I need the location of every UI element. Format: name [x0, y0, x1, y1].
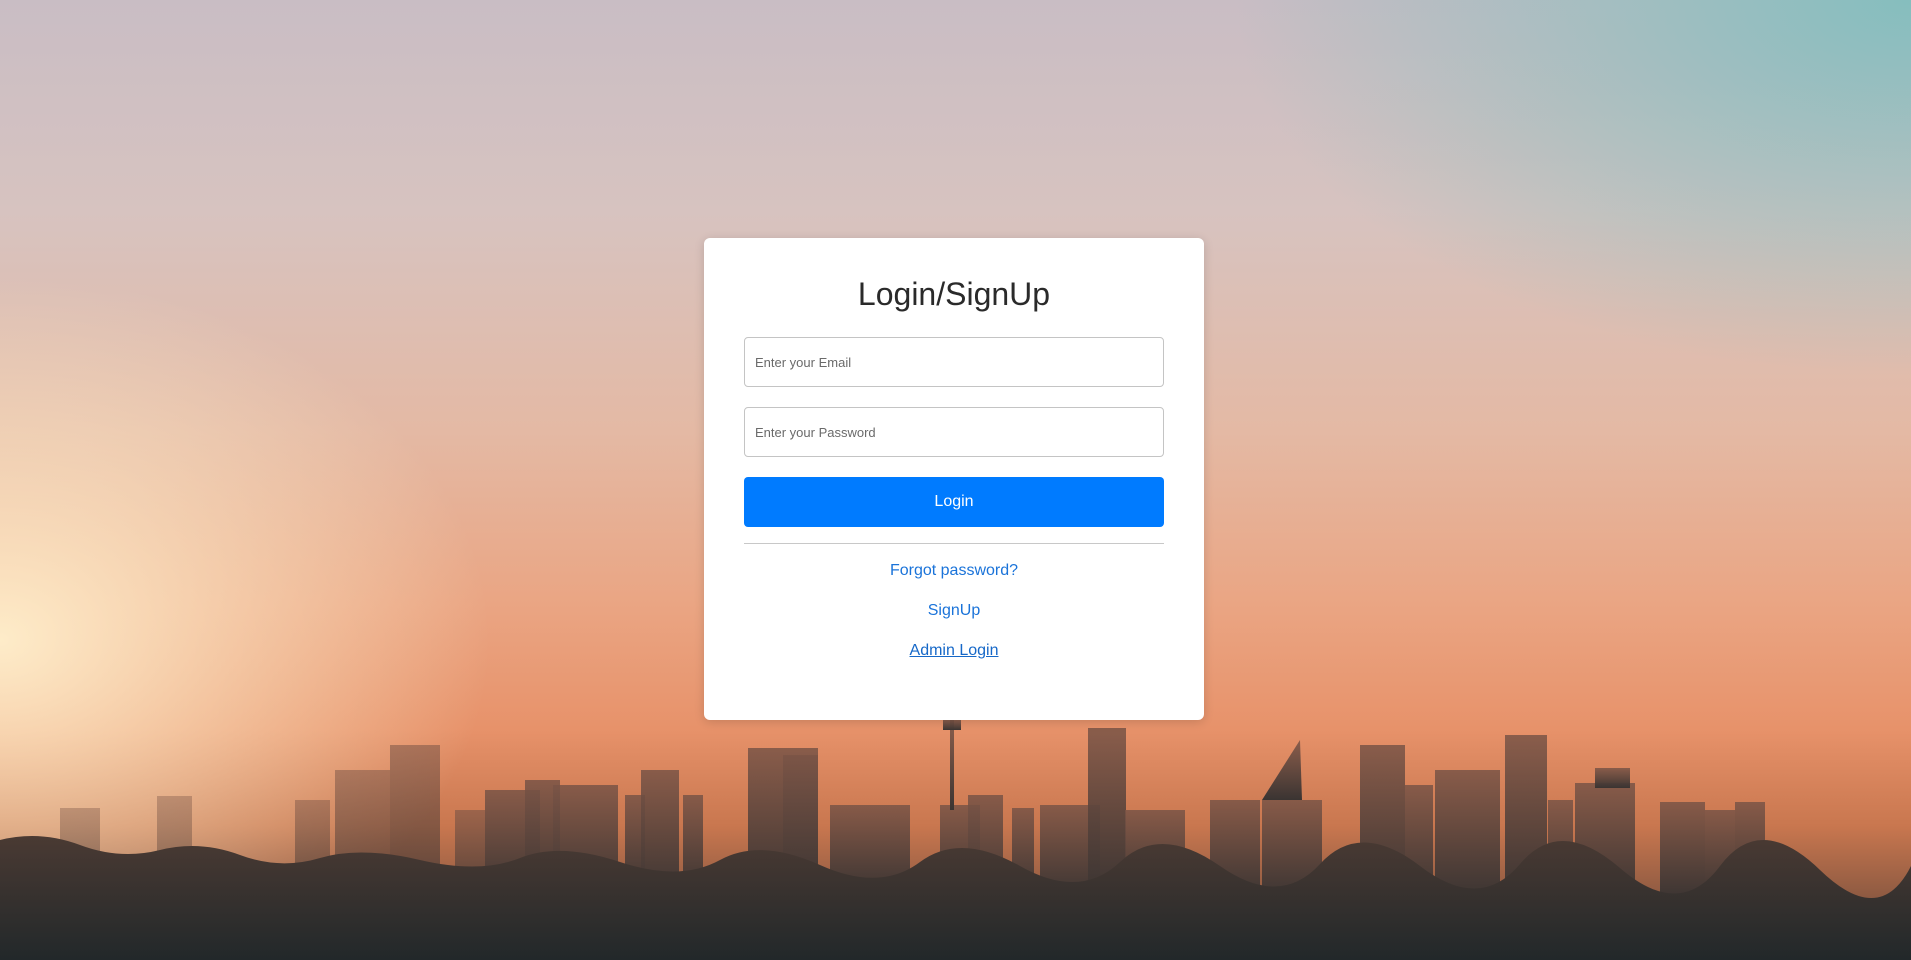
email-field[interactable]	[744, 337, 1164, 387]
login-card: Login/SignUp Login Forgot password? Sign…	[704, 238, 1204, 720]
login-button[interactable]: Login	[744, 477, 1164, 527]
divider	[744, 543, 1164, 544]
signup-link[interactable]: SignUp	[704, 602, 1204, 620]
page-title: Login/SignUp	[857, 276, 1051, 312]
password-field[interactable]	[744, 407, 1164, 457]
admin-login-link[interactable]: Admin Login	[704, 642, 1204, 660]
forgot-password-link[interactable]: Forgot password?	[704, 562, 1204, 580]
